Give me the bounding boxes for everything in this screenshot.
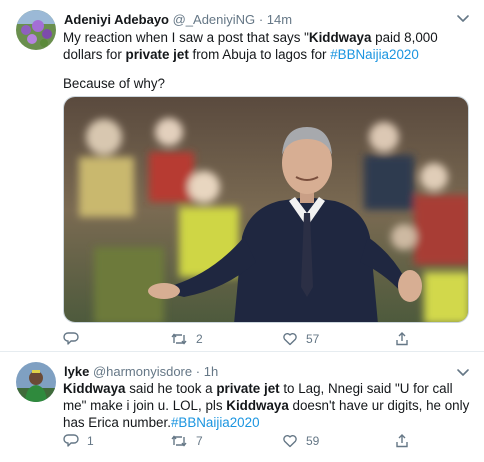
heart-icon xyxy=(283,434,297,448)
reply-count: 1 xyxy=(87,434,94,448)
tweet-text-line: Because of why? xyxy=(63,76,165,91)
tweet-header: lyke @harmonyisdore · 1h xyxy=(64,364,218,380)
reply-button[interactable]: 1 xyxy=(63,433,94,449)
retweet-count: 7 xyxy=(196,434,203,448)
tweet-text: My reaction when I saw a post that says … xyxy=(63,29,473,63)
text-highlight: private jet xyxy=(125,47,189,62)
retweet-count: 2 xyxy=(196,332,203,346)
text-segment: said he took a xyxy=(125,381,217,396)
retweet-button[interactable]: 7 xyxy=(170,433,203,449)
retweet-icon xyxy=(171,333,187,345)
like-button[interactable]: 57 xyxy=(282,331,319,347)
tweet-media-photo[interactable] xyxy=(63,96,469,323)
reply-icon xyxy=(63,332,79,345)
share-icon xyxy=(396,434,408,448)
author-name[interactable]: Adeniyi Adebayo xyxy=(64,12,169,27)
author-name[interactable]: lyke xyxy=(64,364,89,379)
author-handle[interactable]: @harmonyisdore xyxy=(93,364,192,379)
separator-dot: · xyxy=(195,364,201,379)
hashtag-link[interactable]: #BBNaijia2020 xyxy=(330,47,419,62)
tweet-timestamp[interactable]: 14m xyxy=(267,12,292,27)
heart-icon xyxy=(283,332,297,346)
text-highlight: Kiddwaya xyxy=(308,30,372,45)
text-segment: from Abuja to lagos for xyxy=(188,47,331,62)
like-count: 57 xyxy=(306,332,320,346)
retweet-button[interactable]: 2 xyxy=(170,331,203,347)
like-button[interactable]: 59 xyxy=(282,433,319,449)
author-avatar[interactable] xyxy=(16,362,56,402)
reply-button[interactable] xyxy=(63,331,87,347)
tweet-header: Adeniyi Adebayo @_AdeniyiNG · 14m xyxy=(64,12,292,28)
separator-dot: · xyxy=(258,12,264,27)
chevron-down-icon[interactable] xyxy=(455,13,471,25)
text-highlight: Kiddwaya xyxy=(63,381,126,396)
author-avatar[interactable] xyxy=(16,10,56,50)
tweet-text: Kiddwaya said he took a private jet to L… xyxy=(63,380,473,431)
author-handle[interactable]: @_AdeniyiNG xyxy=(173,12,256,27)
share-button[interactable] xyxy=(394,433,410,449)
reply-icon xyxy=(63,434,79,447)
hashtag-link[interactable]: #BBNaijia2020 xyxy=(171,415,260,430)
chevron-down-icon[interactable] xyxy=(455,367,471,379)
retweet-icon xyxy=(171,435,187,447)
text-segment: My reaction when I saw a post that says … xyxy=(63,30,309,45)
text-highlight: private jet xyxy=(216,381,280,396)
share-icon xyxy=(396,332,408,346)
tweet-timestamp[interactable]: 1h xyxy=(204,364,218,379)
text-highlight: Kiddwaya xyxy=(226,398,289,413)
share-button[interactable] xyxy=(394,331,410,347)
like-count: 59 xyxy=(306,434,320,448)
